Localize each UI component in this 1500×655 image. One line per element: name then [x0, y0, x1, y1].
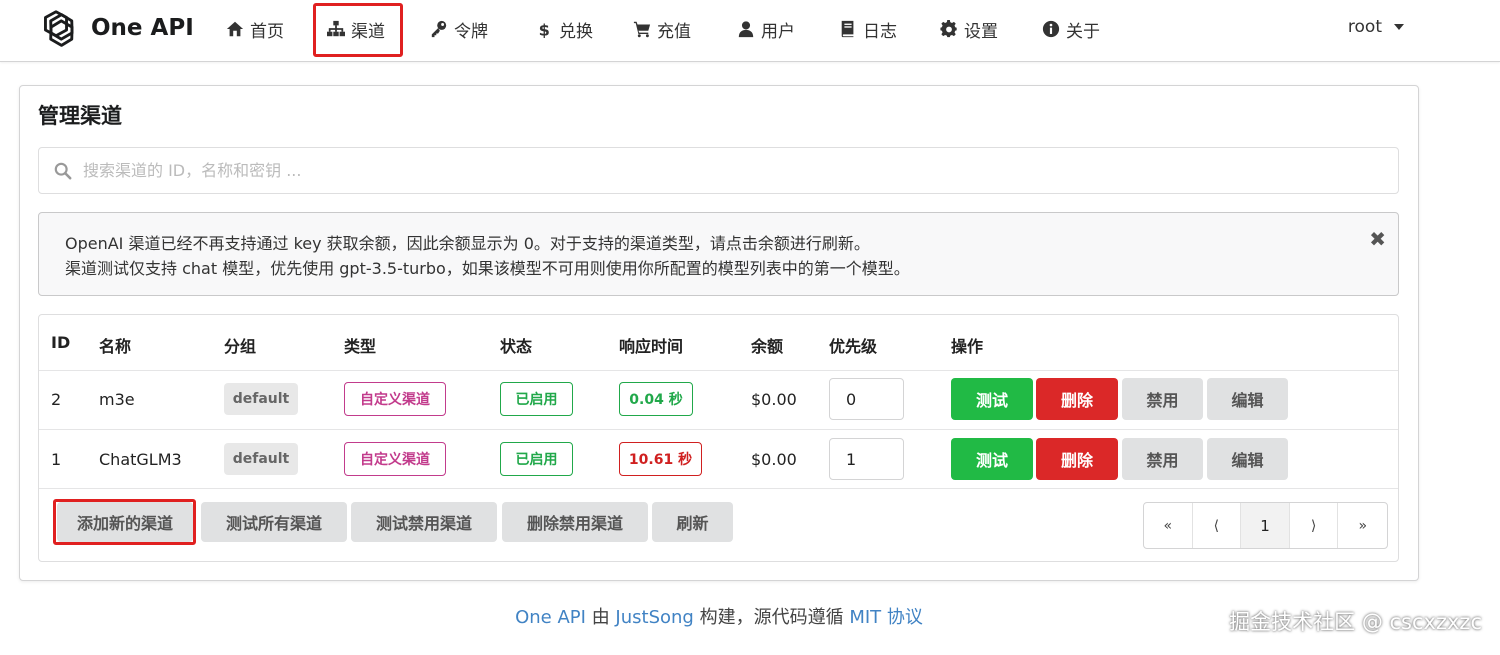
row-divider	[39, 429, 1398, 430]
nav-home-label: 首页	[250, 21, 284, 42]
dollar-icon: $	[539, 20, 550, 38]
pagination-last[interactable]: »	[1338, 503, 1387, 548]
pagination-first[interactable]: «	[1144, 503, 1193, 548]
svg-text:$: $	[539, 20, 550, 38]
column-header-balance[interactable]: 余额	[751, 333, 783, 357]
search-icon	[54, 162, 72, 180]
refresh-button[interactable]: 刷新	[652, 502, 733, 542]
column-header-response-time[interactable]: 响应时间	[619, 333, 683, 357]
nav-redeem[interactable]: $ 兑换	[535, 15, 593, 43]
nav-tokens[interactable]: 令牌	[430, 15, 488, 43]
close-icon[interactable]: ✖	[1369, 227, 1386, 252]
delete-button[interactable]: 删除	[1036, 438, 1118, 480]
disable-button[interactable]: 禁用	[1122, 438, 1203, 480]
footer-link-one-api[interactable]: One API	[515, 607, 586, 628]
user-icon	[738, 21, 754, 38]
cell-id: 2	[51, 390, 62, 409]
channel-table: ID 名称 分组 类型 状态 响应时间 余额 优先级 操作 2 m3e defa…	[38, 314, 1399, 562]
nav-logs[interactable]: 日志	[839, 15, 897, 43]
gear-icon	[940, 20, 957, 38]
group-label: default	[224, 443, 298, 475]
pagination-next[interactable]: ⟩	[1290, 503, 1339, 548]
test-disabled-channels-button[interactable]: 测试禁用渠道	[351, 502, 497, 542]
type-label: 自定义渠道	[344, 382, 446, 416]
column-header-type[interactable]: 类型	[344, 333, 376, 357]
page-footer: One API 由 JustSong 构建，源代码遵循 MIT 协议	[0, 603, 1438, 629]
cart-icon	[633, 21, 651, 38]
info-circle-icon	[1042, 20, 1060, 38]
channel-management-card: 管理渠道 OpenAI 渠道已经不再支持通过 key 获取余额，因此余额显示为 …	[19, 85, 1419, 581]
nav-tokens-label: 令牌	[454, 21, 488, 42]
column-header-actions: 操作	[951, 337, 984, 356]
response-time-badge[interactable]: 0.04 秒	[619, 382, 693, 416]
test-all-channels-button[interactable]: 测试所有渠道	[201, 502, 347, 542]
cell-name: ChatGLM3	[99, 450, 182, 469]
test-button[interactable]: 测试	[951, 378, 1033, 420]
cell-balance[interactable]: $0.00	[751, 390, 797, 409]
nav-topup[interactable]: 充值	[633, 15, 691, 43]
cell-id: 1	[51, 450, 62, 469]
column-header-priority[interactable]: 优先级	[829, 333, 877, 357]
info-message: OpenAI 渠道已经不再支持通过 key 获取余额，因此余额显示为 0。对于支…	[38, 212, 1399, 296]
priority-input[interactable]	[829, 438, 904, 480]
response-time-badge[interactable]: 10.61 秒	[619, 442, 702, 476]
footer-text: 构建，源代码遵循	[693, 607, 850, 628]
nav-about[interactable]: 关于	[1042, 15, 1100, 43]
nav-users-label: 用户	[761, 21, 795, 42]
nav-channels-highlight-box	[313, 3, 403, 57]
disable-button[interactable]: 禁用	[1122, 378, 1203, 420]
nav-topup-label: 充值	[657, 21, 691, 42]
column-header-name[interactable]: 名称	[99, 333, 131, 357]
column-header-status[interactable]: 状态	[500, 333, 532, 357]
edit-button[interactable]: 编辑	[1207, 378, 1288, 420]
status-badge: 已启用	[500, 442, 573, 476]
book-icon	[841, 20, 854, 38]
nav-redeem-label: 兑换	[559, 21, 593, 42]
edit-button[interactable]: 编辑	[1207, 438, 1288, 480]
footer-link-justsong[interactable]: JustSong	[615, 607, 693, 628]
cell-name: m3e	[99, 390, 135, 409]
test-button[interactable]: 测试	[951, 438, 1033, 480]
footer-link-mit-license[interactable]: MIT 协议	[849, 607, 923, 628]
top-navbar: One API 首页 渠道 令牌 $ 兑换 充值 用户 日志 设置 关于 roo…	[0, 0, 1500, 62]
nav-home[interactable]: 首页	[226, 15, 284, 43]
openai-logo-icon[interactable]	[33, 7, 79, 53]
home-icon	[226, 21, 244, 37]
nav-logs-label: 日志	[863, 21, 897, 42]
delete-button[interactable]: 删除	[1036, 378, 1118, 420]
message-line-2: 渠道测试仅支持 chat 模型，优先使用 gpt-3.5-turbo，如果该模型…	[65, 259, 910, 278]
nav-settings[interactable]: 设置	[940, 15, 998, 43]
row-divider	[39, 488, 1398, 489]
nav-settings-label: 设置	[964, 21, 998, 42]
nav-about-label: 关于	[1066, 21, 1100, 42]
cell-balance[interactable]: $0.00	[751, 450, 797, 469]
caret-down-icon	[1394, 24, 1404, 30]
group-label: default	[224, 383, 298, 415]
row-divider	[39, 370, 1398, 371]
page-title: 管理渠道	[38, 104, 122, 128]
delete-disabled-channels-button[interactable]: 删除禁用渠道	[502, 502, 648, 542]
user-name: root	[1347, 17, 1382, 37]
type-label: 自定义渠道	[344, 442, 446, 476]
search-input[interactable]	[83, 148, 1383, 193]
status-badge: 已启用	[500, 382, 573, 416]
message-line-1: OpenAI 渠道已经不再支持通过 key 获取余额，因此余额显示为 0。对于支…	[65, 234, 870, 253]
column-header-group[interactable]: 分组	[224, 333, 256, 357]
priority-input[interactable]	[829, 378, 904, 420]
pagination: « ⟨ 1 ⟩ »	[1143, 502, 1388, 549]
add-channel-highlight-box	[53, 499, 196, 545]
watermark: 掘金技术社区 @ cscxzxzc	[1229, 610, 1482, 634]
column-header-id[interactable]: ID	[51, 333, 70, 352]
key-icon	[431, 20, 447, 38]
pagination-prev[interactable]: ⟨	[1193, 503, 1242, 548]
nav-users[interactable]: 用户	[737, 15, 795, 43]
user-dropdown[interactable]: root	[1348, 17, 1404, 37]
search-box	[38, 147, 1399, 194]
brand-title[interactable]: One API	[91, 15, 194, 41]
footer-text: 由	[585, 607, 616, 628]
pagination-page-1[interactable]: 1	[1241, 503, 1290, 548]
